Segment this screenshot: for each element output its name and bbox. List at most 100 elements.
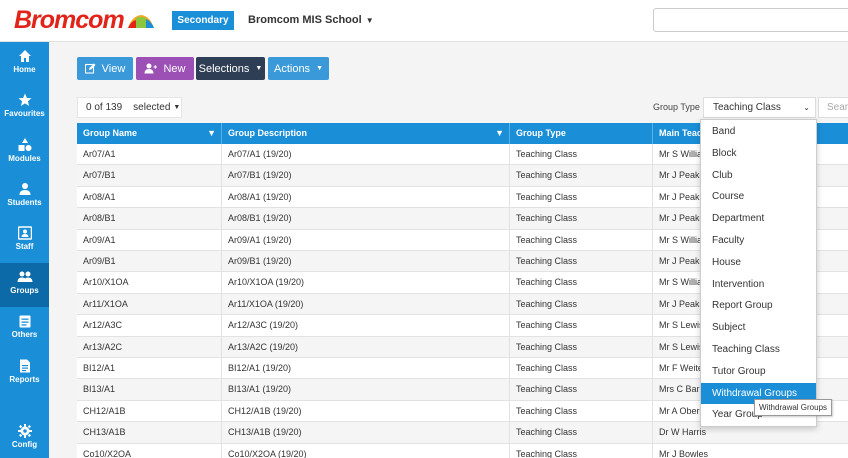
caret-down-icon: ▼ [316,65,323,72]
sidebar-item-modules[interactable]: Modules [0,131,49,175]
bromcom-logo[interactable]: Bromcom [14,6,156,34]
table-cell: Teaching Class [510,251,653,272]
table-cell: BI12/A1 [77,358,222,379]
table-cell: CH12/A1B (19/20) [222,400,510,422]
table-cell: Co10/X2OA (19/20) [222,443,510,458]
dropdown-option[interactable]: Faculty [701,230,816,252]
table-cell: Ar12/A3C (19/20) [222,315,510,337]
chevron-down-icon: ⌄ [803,103,810,112]
person-icon [19,183,30,195]
table-cell: BI13/A1 (19/20) [222,379,510,401]
view-button[interactable]: View [77,57,133,80]
shapes-icon [18,138,31,151]
selections-button-label: Selections [198,62,250,75]
column-header-group-name[interactable]: Group Name ▼ [77,123,222,144]
dropdown-option[interactable]: Band [701,121,816,143]
dropdown-option[interactable]: Intervention [701,274,816,296]
sidebar-item-favourites[interactable]: Favourites [0,86,49,130]
school-phase-badge: Secondary [172,11,234,30]
group-type-select[interactable]: Teaching Class ⌄ [703,97,816,118]
table-cell: Teaching Class [510,165,653,187]
actions-button-label: Actions [273,62,311,75]
sidebar-item-config[interactable]: Config [0,417,49,458]
sidebar-item-label: Modules [8,154,41,163]
table-cell: Ar10/X1OA [77,272,222,294]
document-icon [19,359,30,373]
table-cell: Teaching Class [510,443,653,458]
table-cell: Ar07/A1 [77,144,222,165]
sidebar-item-others[interactable]: Others [0,307,49,351]
table-cell: Ar07/B1 [77,165,222,187]
dropdown-option[interactable]: Course [701,186,816,208]
table-cell: Teaching Class [510,422,653,444]
sidebar: Home Favourites Modules Students Staff G… [0,42,49,458]
sidebar-item-label: Reports [9,375,40,384]
table-cell: Teaching Class [510,144,653,165]
table-cell: Teaching Class [510,379,653,401]
table-cell: Ar07/A1 (19/20) [222,144,510,165]
school-selector[interactable]: Bromcom MIS School ▼ [248,14,374,26]
table-cell: CH13/A1B (19/20) [222,422,510,444]
dropdown-option[interactable]: Block [701,143,816,165]
table-cell: Teaching Class [510,400,653,422]
dropdown-option[interactable]: Department [701,208,816,230]
table-cell: Mr J Bowles [659,448,709,458]
dropdown-option[interactable]: Tutor Group [701,361,816,383]
sidebar-item-label: Config [11,440,38,449]
sidebar-item-staff[interactable]: Staff [0,219,49,263]
group-type-dropdown: Band Block Club Course Department Faculty Hous… [700,119,817,427]
table-cell: Ar08/A1 (19/20) [222,186,510,208]
grid-search-input[interactable]: Search [818,97,848,118]
table-cell: Teaching Class [510,358,653,379]
logo-mark-icon [126,10,156,30]
table-row[interactable]: Co10/X2OA Co10/X2OA (19/20) Teaching Class… [77,443,848,458]
table-cell: BI12/A1 (19/20) [222,358,510,379]
sidebar-item-home[interactable]: Home [0,42,49,86]
column-header-group-type[interactable]: Group Type [510,123,653,144]
table-cell: Ar08/A1 [77,186,222,208]
star-icon [18,93,31,106]
school-name: Bromcom MIS School [248,14,362,26]
selection-counter[interactable]: 0 of 139 selected ▼ [77,97,182,118]
filter-icon[interactable]: ▼ [207,123,216,144]
caret-down-icon: ▼ [365,15,374,25]
table-cell: Ar13/A2C (19/20) [222,336,510,358]
table-cell: CH12/A1B [77,400,222,422]
selected-label: selected [133,102,171,113]
table-cell: Ar08/B1 [77,208,222,230]
home-icon [18,50,31,62]
dropdown-option[interactable]: Subject [701,317,816,339]
sidebar-item-reports[interactable]: Reports [0,352,49,396]
table-cell: Ar09/A1 [77,229,222,251]
table-cell: Ar09/A1 (19/20) [222,229,510,251]
filter-icon[interactable]: ▼ [495,123,504,144]
sidebar-item-groups[interactable]: Groups [0,263,49,307]
table-cell: Teaching Class [510,272,653,294]
caret-down-icon: ▼ [255,65,263,72]
global-search-input[interactable] [653,8,848,32]
sidebar-item-label: Home [13,65,36,74]
dropdown-option[interactable]: House [701,252,816,274]
top-bar: Bromcom Secondary Bromcom MIS School ▼ [0,0,848,42]
sidebar-item-students[interactable]: Students [0,175,49,219]
selections-button[interactable]: Selections ▼ [196,57,265,80]
column-header-group-description[interactable]: Group Description ▼ [222,123,510,144]
dropdown-option[interactable]: Report Group [701,295,816,317]
group-type-value: Teaching Class [713,102,781,113]
new-button[interactable]: New [136,57,194,80]
actions-button[interactable]: Actions ▼ [268,57,329,80]
group-type-label: Group Type [653,102,700,112]
table-cell: Teaching Class [510,186,653,208]
sidebar-item-label: Others [11,330,38,339]
people-icon [17,271,32,282]
dropdown-option[interactable]: Teaching Class [701,339,816,361]
table-cell: Ar11/X1OA [77,293,222,315]
table-cell: Teaching Class [510,208,653,230]
selection-count: 0 of 139 [86,102,123,113]
gear-icon [17,424,32,438]
table-cell: Ar13/A2C [77,336,222,358]
table-cell: Ar09/B1 [77,251,222,272]
table-cell: Teaching Class [510,293,653,315]
dropdown-option[interactable]: Club [701,165,816,187]
table-cell: Teaching Class [510,229,653,251]
